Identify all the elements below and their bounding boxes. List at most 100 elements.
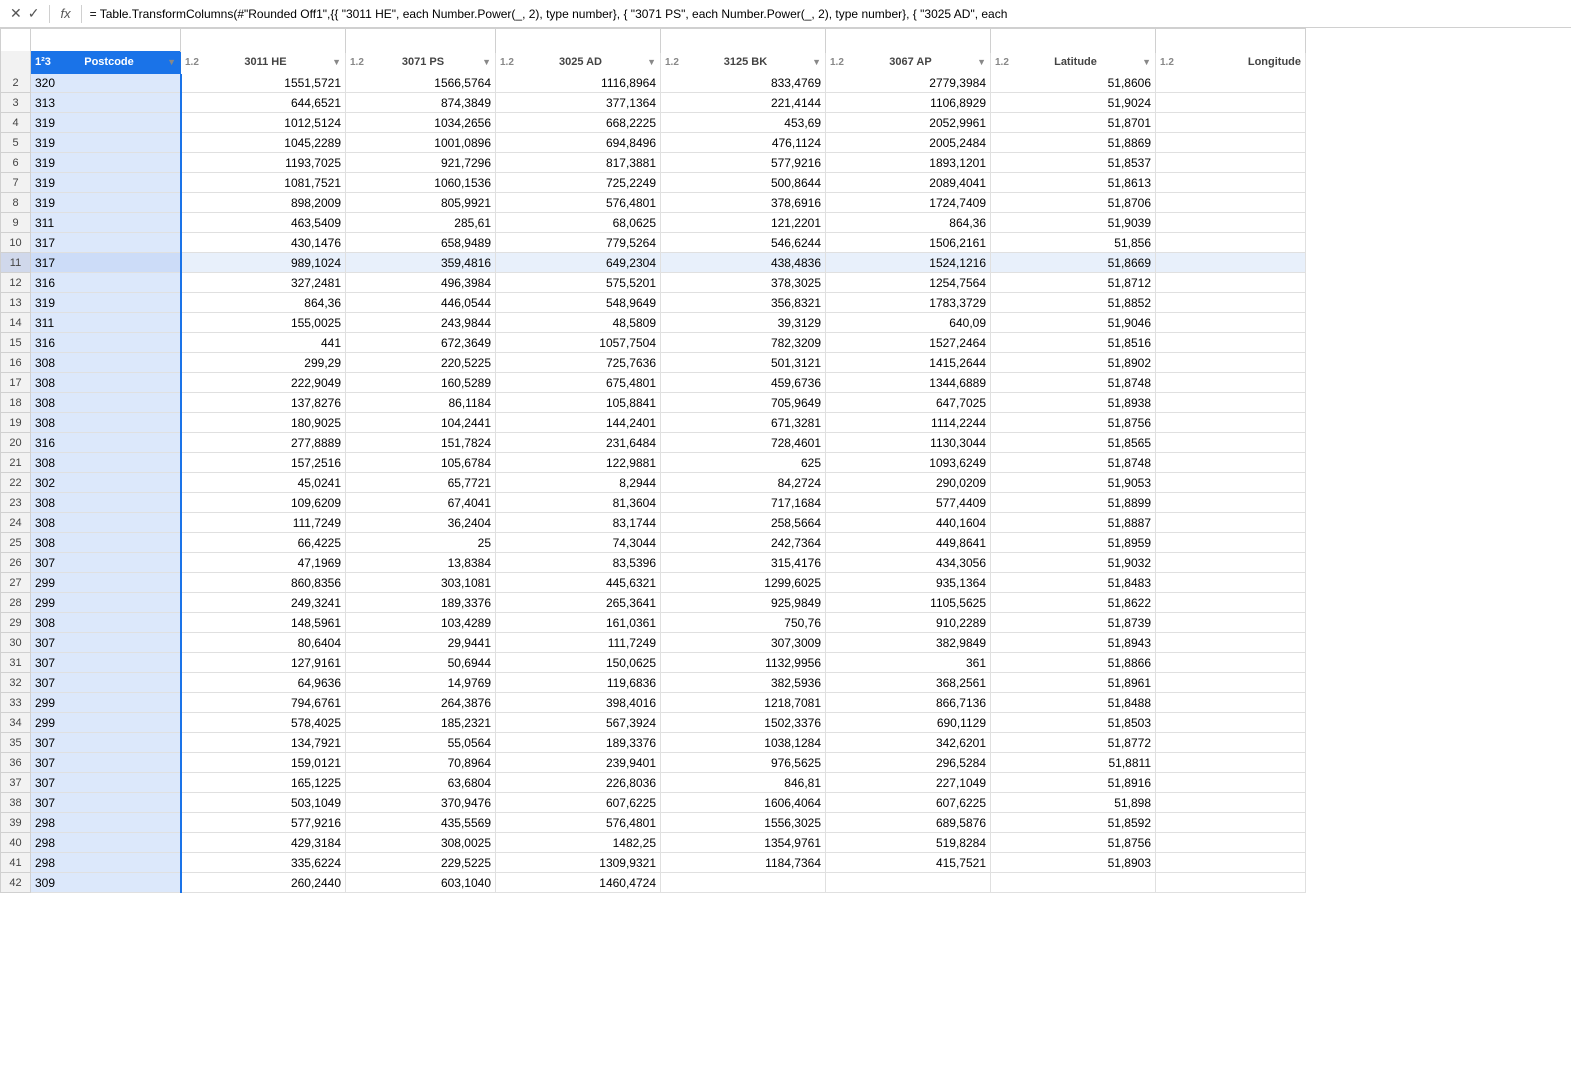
he-cell[interactable]: 577,9216 bbox=[181, 813, 346, 833]
lon-cell[interactable] bbox=[1156, 613, 1306, 633]
formula-bar-content[interactable]: = Table.TransformColumns(#"Rounded Off1"… bbox=[86, 5, 1567, 23]
ps3071-header[interactable]: 1.2 3071 PS ▼ bbox=[346, 50, 496, 74]
ad-cell[interactable]: 111,7249 bbox=[496, 633, 661, 653]
lon-cell[interactable] bbox=[1156, 193, 1306, 213]
he-cell[interactable]: 503,1049 bbox=[181, 793, 346, 813]
lat-cell[interactable]: 51,9024 bbox=[991, 93, 1156, 113]
ad-cell[interactable]: 817,3881 bbox=[496, 153, 661, 173]
row-number[interactable]: 10 bbox=[1, 233, 31, 253]
lat-cell[interactable]: 51,9053 bbox=[991, 473, 1156, 493]
ad-cell[interactable]: 239,9401 bbox=[496, 753, 661, 773]
postcode-cell[interactable]: 298 bbox=[31, 853, 181, 873]
lat-cell[interactable]: 51,8516 bbox=[991, 333, 1156, 353]
table-row[interactable]: 38307503,1049370,9476607,62251606,406460… bbox=[1, 793, 1306, 813]
table-row[interactable]: 8319898,2009805,9921576,4801378,69161724… bbox=[1, 193, 1306, 213]
he-cell[interactable]: 1551,5721 bbox=[181, 73, 346, 93]
table-row[interactable]: 19308180,9025104,2441144,2401671,3281111… bbox=[1, 413, 1306, 433]
ad-cell[interactable]: 725,2249 bbox=[496, 173, 661, 193]
lon-cell[interactable] bbox=[1156, 653, 1306, 673]
bk-cell[interactable]: 1038,1284 bbox=[661, 733, 826, 753]
bk-cell[interactable]: 705,9649 bbox=[661, 393, 826, 413]
lat-cell[interactable]: 51,8943 bbox=[991, 633, 1156, 653]
he-cell[interactable]: 644,6521 bbox=[181, 93, 346, 113]
he-cell[interactable]: 148,5961 bbox=[181, 613, 346, 633]
lon-cell[interactable] bbox=[1156, 693, 1306, 713]
table-row[interactable]: 9311463,5409285,6168,0625121,2201864,365… bbox=[1, 213, 1306, 233]
ps-cell[interactable]: 70,8964 bbox=[346, 753, 496, 773]
table-row[interactable]: 43191012,51241034,2656668,2225453,692052… bbox=[1, 113, 1306, 133]
ap-cell[interactable]: 935,1364 bbox=[826, 573, 991, 593]
he-cell[interactable]: 335,6224 bbox=[181, 853, 346, 873]
table-row[interactable]: 35307134,792155,0564189,33761038,1284342… bbox=[1, 733, 1306, 753]
ad-cell[interactable]: 445,6321 bbox=[496, 573, 661, 593]
ad-cell[interactable]: 189,3376 bbox=[496, 733, 661, 753]
ps-cell[interactable]: 29,9441 bbox=[346, 633, 496, 653]
lat-cell[interactable]: 51,9032 bbox=[991, 553, 1156, 573]
bk-cell[interactable]: 625 bbox=[661, 453, 826, 473]
bk-cell[interactable]: 833,4769 bbox=[661, 73, 826, 93]
lat-cell[interactable]: 51,8772 bbox=[991, 733, 1156, 753]
ap-cell[interactable]: 415,7521 bbox=[826, 853, 991, 873]
ap-cell[interactable]: 640,09 bbox=[826, 313, 991, 333]
bk-cell[interactable]: 242,7364 bbox=[661, 533, 826, 553]
ps-cell[interactable]: 1034,2656 bbox=[346, 113, 496, 133]
ap-cell[interactable]: 2005,2484 bbox=[826, 133, 991, 153]
ad-cell[interactable]: 1057,7504 bbox=[496, 333, 661, 353]
he-cell[interactable]: 47,1969 bbox=[181, 553, 346, 573]
postcode-cell[interactable]: 309 bbox=[31, 873, 181, 893]
ps-cell[interactable]: 672,3649 bbox=[346, 333, 496, 353]
ap-cell[interactable]: 1724,7409 bbox=[826, 193, 991, 213]
lat-cell[interactable]: 51,8756 bbox=[991, 833, 1156, 853]
ps-cell[interactable]: 1060,1536 bbox=[346, 173, 496, 193]
table-row[interactable]: 41298335,6224229,52251309,93211184,73644… bbox=[1, 853, 1306, 873]
lat-cell[interactable]: 51,8483 bbox=[991, 573, 1156, 593]
lon-cell[interactable] bbox=[1156, 393, 1306, 413]
postcode-cell[interactable]: 320 bbox=[31, 73, 181, 93]
postcode-cell[interactable]: 307 bbox=[31, 753, 181, 773]
lon-cell[interactable] bbox=[1156, 773, 1306, 793]
he-cell[interactable]: 45,0241 bbox=[181, 473, 346, 493]
table-row[interactable]: 14311155,0025243,984448,580939,3129640,0… bbox=[1, 313, 1306, 333]
row-number[interactable]: 35 bbox=[1, 733, 31, 753]
latitude-dropdown-icon[interactable]: ▼ bbox=[1142, 57, 1151, 67]
lat-cell[interactable]: 51,9039 bbox=[991, 213, 1156, 233]
lon-cell[interactable] bbox=[1156, 873, 1306, 893]
ap-cell[interactable]: 1114,2244 bbox=[826, 413, 991, 433]
row-number[interactable]: 2 bbox=[1, 73, 31, 93]
ps-cell[interactable]: 185,2321 bbox=[346, 713, 496, 733]
lon-cell[interactable] bbox=[1156, 233, 1306, 253]
lat-cell[interactable]: 51,8869 bbox=[991, 133, 1156, 153]
postcode-cell[interactable]: 307 bbox=[31, 553, 181, 573]
lat-cell[interactable]: 51,8592 bbox=[991, 813, 1156, 833]
he-cell[interactable]: 864,36 bbox=[181, 293, 346, 313]
postcode-cell[interactable]: 316 bbox=[31, 433, 181, 453]
postcode-cell[interactable]: 313 bbox=[31, 93, 181, 113]
row-number[interactable]: 39 bbox=[1, 813, 31, 833]
he-cell[interactable]: 430,1476 bbox=[181, 233, 346, 253]
postcode-cell[interactable]: 317 bbox=[31, 253, 181, 273]
ap-cell[interactable]: 2779,3984 bbox=[826, 73, 991, 93]
lon-cell[interactable] bbox=[1156, 573, 1306, 593]
ps-cell[interactable]: 921,7296 bbox=[346, 153, 496, 173]
table-row[interactable]: 21308157,2516105,6784122,98816251093,624… bbox=[1, 453, 1306, 473]
lon-cell[interactable] bbox=[1156, 593, 1306, 613]
he-cell[interactable]: 1012,5124 bbox=[181, 113, 346, 133]
lon-cell[interactable] bbox=[1156, 493, 1306, 513]
he-cell[interactable]: 578,4025 bbox=[181, 713, 346, 733]
row-number[interactable]: 5 bbox=[1, 133, 31, 153]
ad-cell[interactable]: 83,1744 bbox=[496, 513, 661, 533]
table-row[interactable]: 3030780,640429,9441111,7249307,3009382,9… bbox=[1, 633, 1306, 653]
lat-cell[interactable]: 51,9046 bbox=[991, 313, 1156, 333]
bk-cell[interactable]: 1556,3025 bbox=[661, 813, 826, 833]
ad-cell[interactable]: 105,8841 bbox=[496, 393, 661, 413]
lat-cell[interactable]: 51,8669 bbox=[991, 253, 1156, 273]
ad-cell[interactable]: 725,7636 bbox=[496, 353, 661, 373]
ps-cell[interactable]: 50,6944 bbox=[346, 653, 496, 673]
ap-cell[interactable]: 2089,4041 bbox=[826, 173, 991, 193]
ap-cell[interactable]: 647,7025 bbox=[826, 393, 991, 413]
postcode-cell[interactable]: 319 bbox=[31, 153, 181, 173]
ap-cell[interactable]: 290,0209 bbox=[826, 473, 991, 493]
ps-cell[interactable]: 1566,5764 bbox=[346, 73, 496, 93]
ad-cell[interactable]: 74,3044 bbox=[496, 533, 661, 553]
row-number[interactable]: 29 bbox=[1, 613, 31, 633]
